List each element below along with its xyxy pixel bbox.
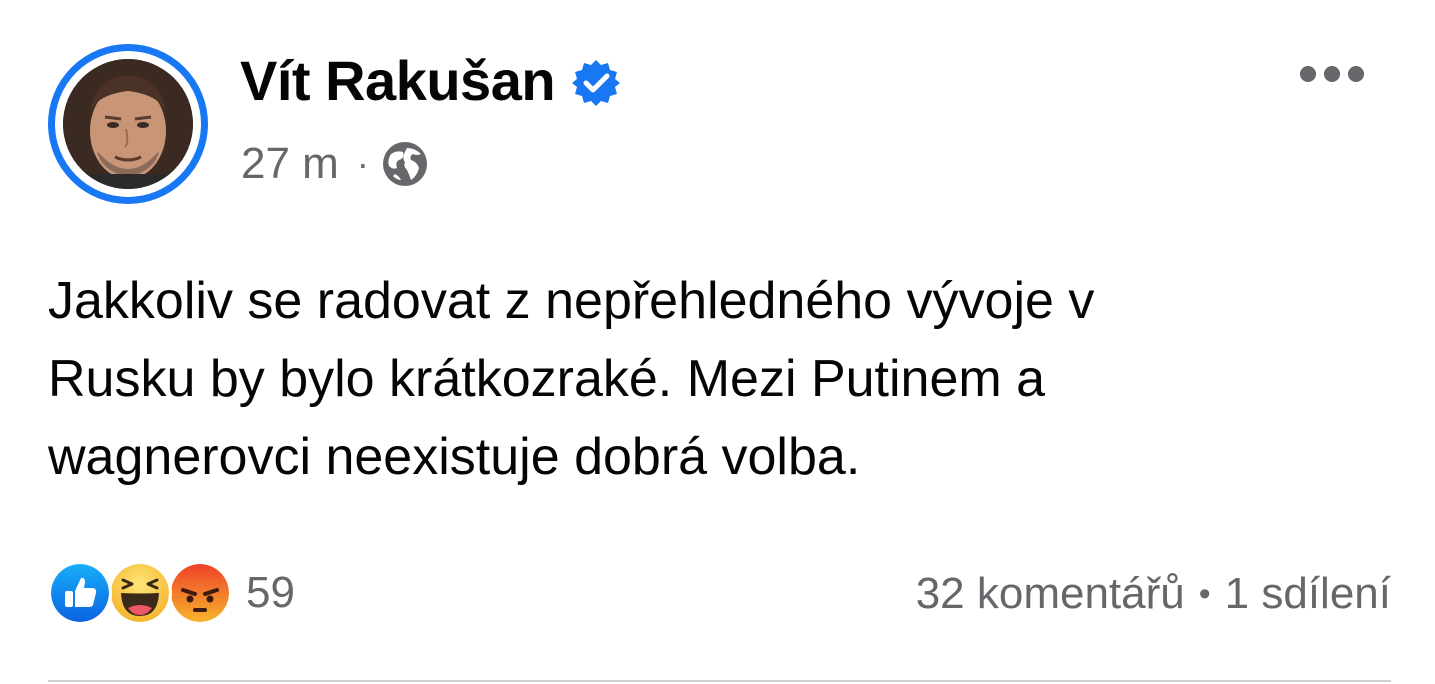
post-meta: 27 m · bbox=[241, 138, 429, 190]
more-dot-icon bbox=[1300, 66, 1316, 82]
post-body: Jakkoliv se radovat z nepřehledného vývo… bbox=[48, 262, 1388, 496]
haha-icon bbox=[108, 561, 172, 625]
avatar[interactable] bbox=[63, 59, 193, 189]
post-body-line: Rusku by bylo krátkozraké. Mezi Putinem … bbox=[48, 350, 1046, 408]
reaction-count: 59 bbox=[246, 568, 295, 617]
meta-separator: · bbox=[356, 143, 369, 184]
post-body-line: Jakkoliv se radovat z nepřehledného vývo… bbox=[48, 272, 1095, 330]
author-name-row: Vít Rakušan bbox=[240, 48, 621, 114]
reactions-summary[interactable]: 59 bbox=[48, 561, 295, 625]
more-options-button[interactable] bbox=[1292, 56, 1372, 92]
like-icon bbox=[48, 561, 112, 625]
more-dot-icon bbox=[1324, 66, 1340, 82]
profile-avatar-ring[interactable] bbox=[48, 44, 208, 204]
post-body-line: wagnerovci neexistuje dobrá volba. bbox=[48, 428, 861, 486]
more-dot-icon bbox=[1348, 66, 1364, 82]
avatar-portrait bbox=[63, 59, 193, 189]
comments-count-link[interactable]: 32 komentářů bbox=[916, 566, 1185, 622]
angry-icon bbox=[168, 561, 232, 625]
verified-badge-icon bbox=[571, 56, 621, 106]
globe-icon[interactable] bbox=[381, 140, 429, 188]
author-name[interactable]: Vít Rakušan bbox=[240, 48, 556, 114]
shares-count-link[interactable]: 1 sdílení bbox=[1225, 566, 1391, 622]
stats-separator: • bbox=[1198, 575, 1211, 613]
post-stats: 32 komentářů • 1 sdílení bbox=[916, 566, 1391, 622]
post-time[interactable]: 27 m bbox=[241, 138, 339, 190]
divider bbox=[48, 680, 1391, 682]
